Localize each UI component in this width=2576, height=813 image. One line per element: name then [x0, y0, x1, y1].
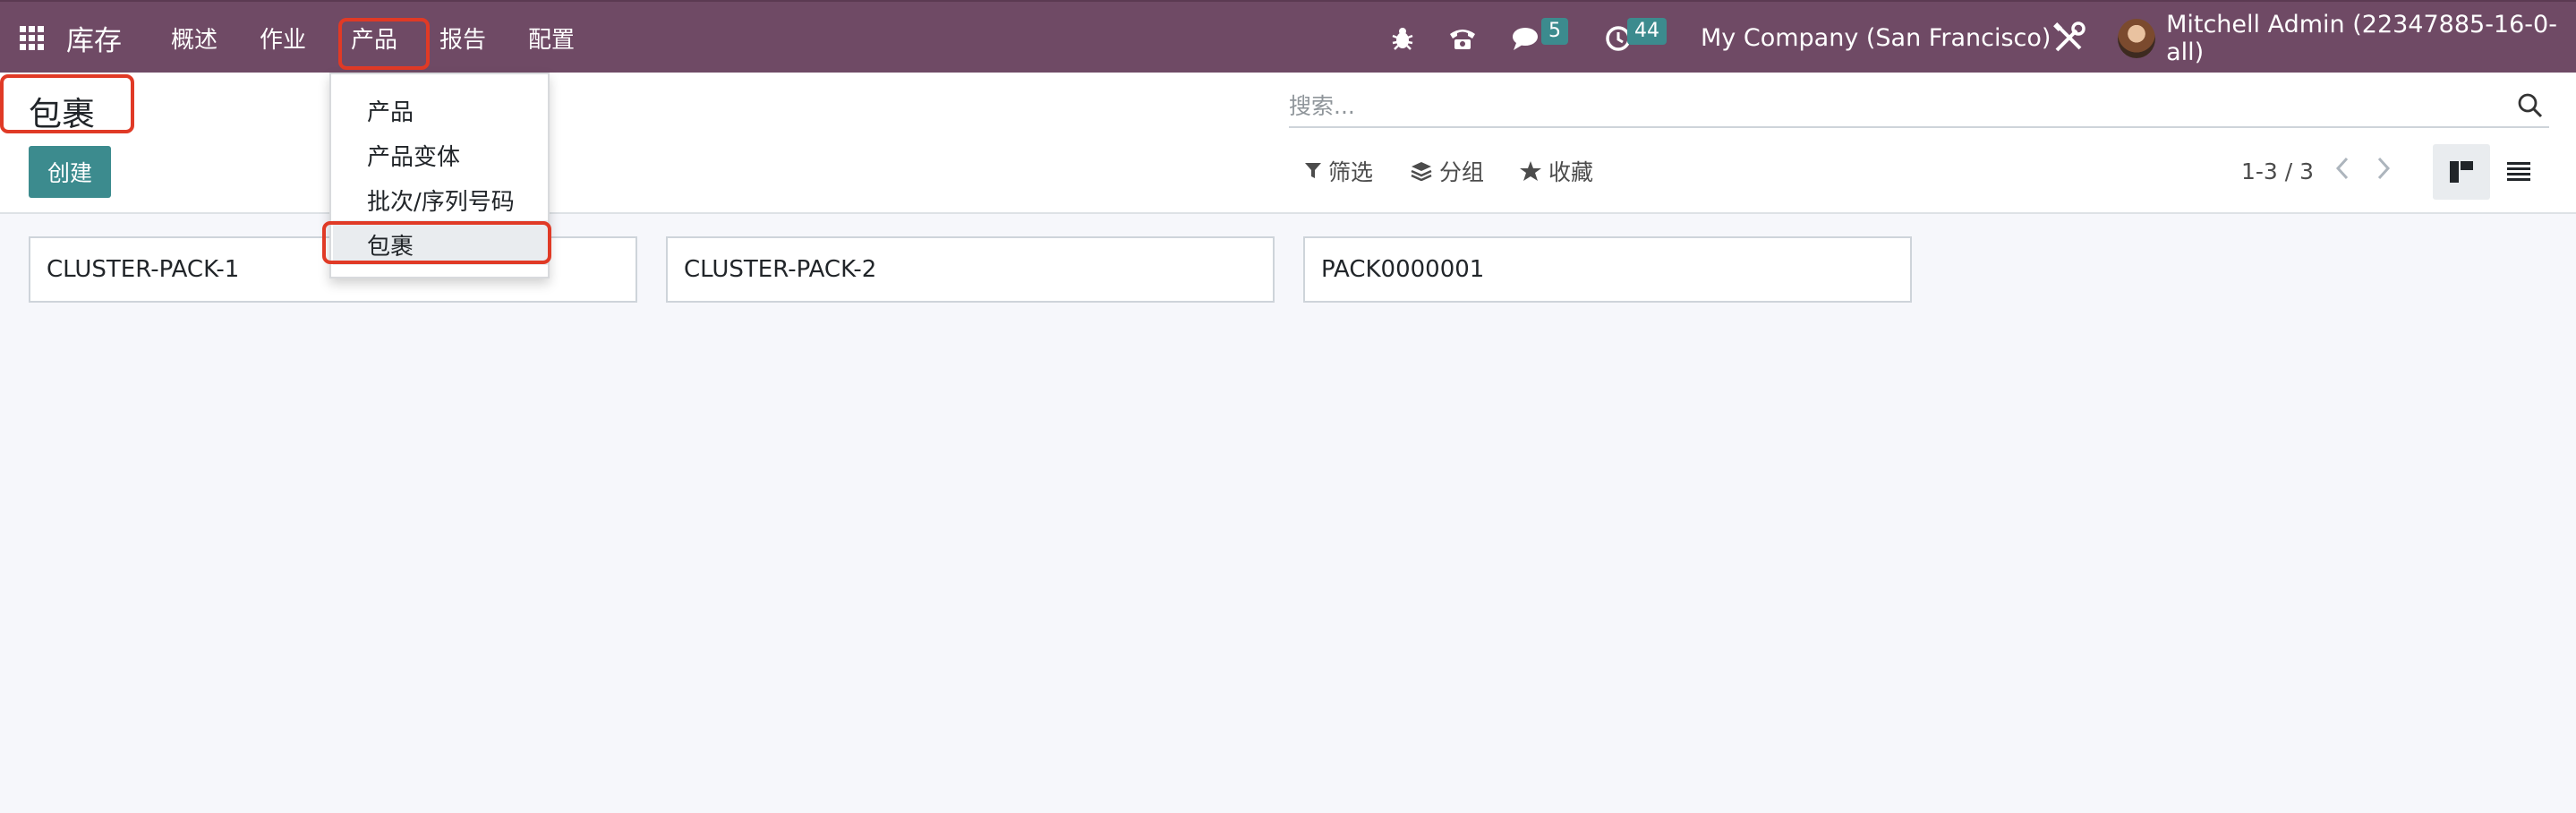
messages-badge: 5	[1541, 18, 1568, 45]
activities-badge: 44	[1627, 18, 1667, 45]
search-input[interactable]	[1289, 87, 2506, 124]
avatar	[2118, 18, 2156, 58]
bug-icon[interactable]	[1389, 2, 1416, 74]
app-name[interactable]: 库存	[66, 2, 122, 74]
group-label: 分组	[1439, 159, 1485, 185]
menu-overview[interactable]: 概述	[171, 2, 218, 74]
kanban-view-icon[interactable]	[2433, 144, 2490, 200]
kanban-card[interactable]: PACK0000001	[1303, 236, 1912, 303]
favorites-button[interactable]: 收藏	[1520, 155, 1593, 187]
favorites-label: 收藏	[1548, 159, 1594, 185]
star-icon	[1520, 161, 1541, 181]
search-bar	[1289, 87, 2549, 128]
filter-icon	[1305, 163, 1321, 178]
top-navbar: 库存 概述 作业 产品 报告 配置 5 44 My Company (San F…	[0, 0, 2576, 73]
pager-value[interactable]: 1-3 / 3	[2241, 158, 2314, 184]
layers-icon	[1411, 162, 1432, 181]
tools-icon[interactable]	[2051, 2, 2086, 74]
chevron-left-icon[interactable]	[2334, 155, 2350, 189]
chevron-right-icon[interactable]	[2376, 155, 2392, 189]
dropdown-item-products[interactable]: 产品	[367, 94, 414, 127]
company-switcher[interactable]: My Company (San Francisco)	[1701, 2, 2051, 74]
filter-label: 筛选	[1328, 159, 1374, 185]
group-by-button[interactable]: 分组	[1411, 155, 1484, 187]
user-menu[interactable]: Mitchell Admin (22347885-16-0-all)	[2118, 2, 2576, 74]
dropdown-item-highlight	[322, 221, 551, 264]
list-view-icon[interactable]	[2490, 144, 2547, 200]
phone-icon[interactable]	[1447, 2, 1478, 74]
user-name: Mitchell Admin (22347885-16-0-all)	[2166, 10, 2557, 66]
page-title-highlight	[0, 74, 134, 133]
dropdown-item-lots-serials[interactable]: 批次/序列号码	[367, 184, 515, 217]
menu-products-highlight	[338, 18, 430, 70]
filter-button[interactable]: 筛选	[1305, 155, 1373, 187]
chat-icon[interactable]	[1511, 2, 1543, 74]
menu-reporting[interactable]: 报告	[439, 2, 486, 74]
menu-operations[interactable]: 作业	[260, 2, 306, 74]
menu-configuration[interactable]: 配置	[528, 2, 575, 74]
dropdown-item-product-variants[interactable]: 产品变体	[367, 139, 460, 172]
create-button[interactable]: 创建	[29, 146, 111, 198]
search-icon[interactable]	[2517, 92, 2546, 121]
kanban-card[interactable]: CLUSTER-PACK-2	[666, 236, 1275, 303]
apps-grid-icon[interactable]	[20, 2, 47, 74]
